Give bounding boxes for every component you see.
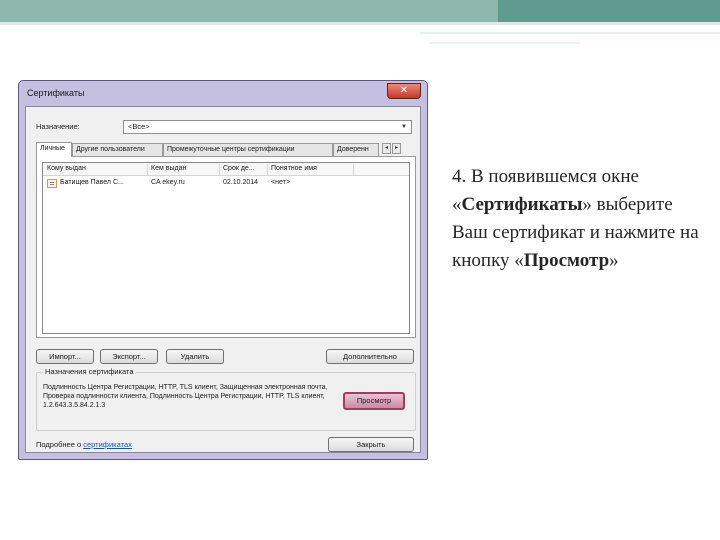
tab-trusted[interactable]: Доверенн [333, 143, 379, 156]
dialog-title: Сертификаты [27, 88, 85, 98]
tab-other-people[interactable]: Другие пользователи [72, 143, 163, 156]
purpose-select[interactable]: <Все> ▼ [123, 120, 412, 134]
cell-issued-to: Батищев Павел С... [60, 179, 124, 186]
list-header: Кому выдан Кем выдан Срок де... Понятное… [43, 163, 409, 176]
column-header-issued-by[interactable]: Кем выдан [151, 165, 186, 172]
purpose-label: Назначение: [36, 122, 80, 131]
more-info-text: Подробнее о сертификатах [36, 440, 132, 449]
close-button[interactable]: Закрыть [328, 437, 414, 452]
certificate-icon [47, 179, 57, 188]
instruction-text-button-name: Просмотр [523, 250, 610, 271]
column-separator[interactable] [147, 164, 148, 175]
export-button[interactable]: Экспорт... [100, 349, 158, 364]
personal-tab-panel: Кому выдан Кем выдан Срок де... Понятное… [36, 156, 416, 338]
certificates-help-link[interactable]: сертификатах [83, 440, 132, 449]
instruction-text: 4. В появившемся окне «Сертификаты» выбе… [452, 163, 702, 275]
column-header-friendly-name[interactable]: Понятное имя [271, 165, 317, 172]
certificate-purposes-text: Подлинность Центра Регистрации, HTTP, TL… [43, 384, 328, 409]
slide-top-divider [0, 22, 720, 25]
table-row[interactable]: Батищев Павел С... CA ekey.ru 02.10.2014… [43, 178, 409, 189]
remove-button[interactable]: Удалить [166, 349, 224, 364]
cell-expiration: 02.10.2014 [223, 179, 259, 186]
certificate-list[interactable]: Кому выдан Кем выдан Срок де... Понятное… [42, 162, 410, 334]
tab-personal[interactable]: Личные [36, 142, 72, 157]
slide-decor-line [420, 32, 720, 34]
certificate-purposes-group: Назначения сертификата Подлинность Центр… [36, 367, 416, 431]
tab-scroll-left-icon[interactable]: ◂ [382, 143, 391, 154]
column-header-expiration[interactable]: Срок де... [223, 165, 255, 172]
column-separator[interactable] [353, 164, 354, 175]
import-button[interactable]: Импорт... [36, 349, 94, 364]
instruction-text-suffix: » [609, 250, 619, 271]
more-info-prefix: Подробнее о [36, 440, 82, 449]
tab-scroll-right-icon[interactable]: ▸ [392, 143, 401, 154]
tab-intermediate-cas[interactable]: Промежуточные центры сертификации [163, 143, 333, 156]
dialog-titlebar[interactable]: Сертификаты ✕ [19, 81, 427, 106]
certificate-purposes-title: Назначения сертификата [43, 367, 136, 376]
view-button[interactable]: Просмотр [343, 392, 405, 410]
column-header-issued-to[interactable]: Кому выдан [47, 165, 86, 172]
slide-decor-line-short [430, 42, 580, 44]
certificate-store-tabs: Личные Другие пользователи Промежуточные… [36, 142, 416, 157]
cell-issued-by: CA ekey.ru [151, 179, 185, 186]
purpose-select-value: <Все> [128, 122, 150, 131]
certificates-dialog: Сертификаты ✕ Назначение: <Все> ▼ Личные… [18, 80, 428, 460]
instruction-text-dialog-name: Сертификаты [461, 194, 583, 215]
column-separator[interactable] [267, 164, 268, 175]
slide-top-band-accent [498, 0, 720, 22]
dialog-client-area: Назначение: <Все> ▼ Личные Другие пользо… [25, 106, 421, 453]
column-separator[interactable] [219, 164, 220, 175]
cell-friendly-name: <нет> [271, 179, 290, 186]
advanced-button[interactable]: Дополнительно [326, 349, 414, 364]
close-window-button[interactable]: ✕ [387, 83, 421, 99]
chevron-down-icon: ▼ [401, 124, 407, 130]
